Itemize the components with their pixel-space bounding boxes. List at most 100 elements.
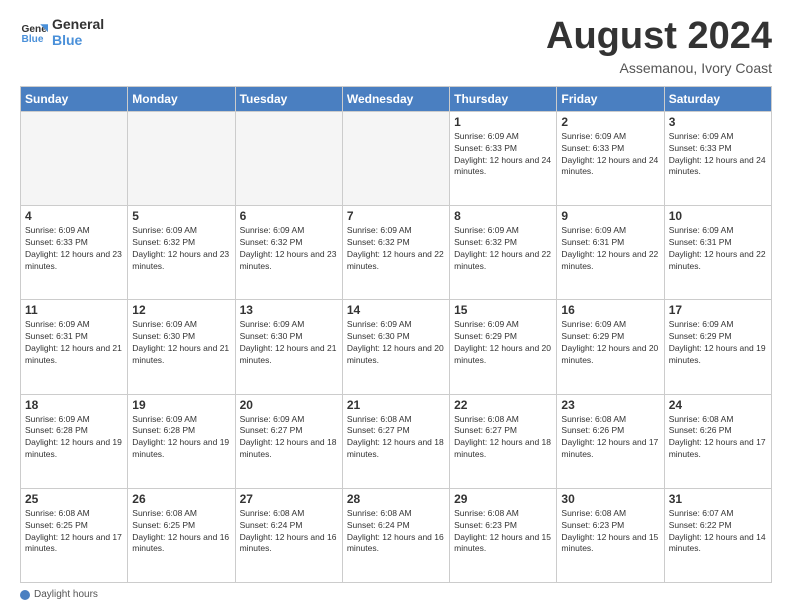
day-info: Sunrise: 6:08 AM Sunset: 6:24 PM Dayligh… (240, 508, 338, 556)
day-info: Sunrise: 6:08 AM Sunset: 6:27 PM Dayligh… (347, 414, 445, 462)
calendar-col-thursday: Thursday (450, 86, 557, 111)
day-info: Sunrise: 6:09 AM Sunset: 6:31 PM Dayligh… (25, 319, 123, 367)
calendar-cell: 13 Sunrise: 6:09 AM Sunset: 6:30 PM Dayli… (235, 300, 342, 394)
day-info: Sunrise: 6:09 AM Sunset: 6:30 PM Dayligh… (347, 319, 445, 367)
day-number: 5 (132, 209, 230, 223)
day-number: 30 (561, 492, 659, 506)
footer-icon (20, 590, 30, 600)
day-number: 8 (454, 209, 552, 223)
day-number: 15 (454, 303, 552, 317)
day-number: 31 (669, 492, 767, 506)
day-number: 16 (561, 303, 659, 317)
calendar-cell (235, 111, 342, 205)
logo: General Blue General Blue (20, 16, 104, 48)
calendar-cell: 17 Sunrise: 6:09 AM Sunset: 6:29 PM Dayli… (664, 300, 771, 394)
day-number: 12 (132, 303, 230, 317)
day-number: 19 (132, 398, 230, 412)
logo-line2: Blue (52, 32, 104, 48)
day-number: 25 (25, 492, 123, 506)
calendar-cell: 20 Sunrise: 6:09 AM Sunset: 6:27 PM Dayli… (235, 394, 342, 488)
calendar-week-5: 25 Sunrise: 6:08 AM Sunset: 6:25 PM Dayli… (21, 488, 772, 582)
day-number: 11 (25, 303, 123, 317)
day-info: Sunrise: 6:08 AM Sunset: 6:24 PM Dayligh… (347, 508, 445, 556)
calendar-cell: 21Sunrise: 6:08 AM Sunset: 6:27 PM Dayli… (342, 394, 449, 488)
calendar-cell: 8 Sunrise: 6:09 AM Sunset: 6:32 PM Daylig… (450, 206, 557, 300)
day-number: 28 (347, 492, 445, 506)
day-number: 20 (240, 398, 338, 412)
calendar-col-tuesday: Tuesday (235, 86, 342, 111)
calendar-cell: 27Sunrise: 6:08 AM Sunset: 6:24 PM Dayli… (235, 488, 342, 582)
day-number: 10 (669, 209, 767, 223)
calendar-cell: 31 Sunrise: 6:07 AM Sunset: 6:22 PM Dayli… (664, 488, 771, 582)
calendar-cell (128, 111, 235, 205)
calendar-cell: 28 Sunrise: 6:08 AM Sunset: 6:24 PM Dayli… (342, 488, 449, 582)
calendar-cell: 6Sunrise: 6:09 AM Sunset: 6:32 PM Daylig… (235, 206, 342, 300)
calendar-header-row: SundayMondayTuesdayWednesdayThursdayFrid… (21, 86, 772, 111)
day-number: 17 (669, 303, 767, 317)
day-info: Sunrise: 6:09 AM Sunset: 6:28 PM Dayligh… (25, 414, 123, 462)
day-info: Sunrise: 6:09 AM Sunset: 6:27 PM Dayligh… (240, 414, 338, 462)
calendar-cell: 7Sunrise: 6:09 AM Sunset: 6:32 PM Daylig… (342, 206, 449, 300)
calendar-cell: 1Sunrise: 6:09 AM Sunset: 6:33 PM Daylig… (450, 111, 557, 205)
day-info: Sunrise: 6:09 AM Sunset: 6:33 PM Dayligh… (561, 131, 659, 179)
calendar-col-monday: Monday (128, 86, 235, 111)
day-number: 22 (454, 398, 552, 412)
calendar-cell: 24Sunrise: 6:08 AM Sunset: 6:26 PM Dayli… (664, 394, 771, 488)
day-info: Sunrise: 6:09 AM Sunset: 6:30 PM Dayligh… (240, 319, 338, 367)
calendar-cell: 10Sunrise: 6:09 AM Sunset: 6:31 PM Dayli… (664, 206, 771, 300)
calendar-cell: 29Sunrise: 6:08 AM Sunset: 6:23 PM Dayli… (450, 488, 557, 582)
page: General Blue General Blue August 2024 As… (0, 0, 792, 612)
day-number: 3 (669, 115, 767, 129)
calendar-week-2: 4 Sunrise: 6:09 AM Sunset: 6:33 PM Daylig… (21, 206, 772, 300)
day-info: Sunrise: 6:09 AM Sunset: 6:32 PM Dayligh… (347, 225, 445, 273)
day-info: Sunrise: 6:08 AM Sunset: 6:27 PM Dayligh… (454, 414, 552, 462)
title-block: August 2024 Assemanou, Ivory Coast (546, 16, 772, 76)
day-info: Sunrise: 6:09 AM Sunset: 6:33 PM Dayligh… (25, 225, 123, 273)
day-number: 4 (25, 209, 123, 223)
calendar-cell: 14 Sunrise: 6:09 AM Sunset: 6:30 PM Dayli… (342, 300, 449, 394)
calendar-cell: 12Sunrise: 6:09 AM Sunset: 6:30 PM Dayli… (128, 300, 235, 394)
day-number: 26 (132, 492, 230, 506)
calendar-cell: 15 Sunrise: 6:09 AM Sunset: 6:29 PM Dayli… (450, 300, 557, 394)
day-number: 6 (240, 209, 338, 223)
day-info: Sunrise: 6:09 AM Sunset: 6:32 PM Dayligh… (454, 225, 552, 273)
day-info: Sunrise: 6:09 AM Sunset: 6:29 PM Dayligh… (669, 319, 767, 367)
day-info: Sunrise: 6:09 AM Sunset: 6:29 PM Dayligh… (561, 319, 659, 367)
calendar-cell: 5 Sunrise: 6:09 AM Sunset: 6:32 PM Daylig… (128, 206, 235, 300)
day-info: Sunrise: 6:09 AM Sunset: 6:33 PM Dayligh… (669, 131, 767, 179)
day-number: 18 (25, 398, 123, 412)
day-info: Sunrise: 6:09 AM Sunset: 6:32 PM Dayligh… (132, 225, 230, 273)
calendar-table: SundayMondayTuesdayWednesdayThursdayFrid… (20, 86, 772, 583)
month-title: August 2024 (546, 16, 772, 58)
calendar-week-4: 18 Sunrise: 6:09 AM Sunset: 6:28 PM Dayli… (21, 394, 772, 488)
calendar-col-wednesday: Wednesday (342, 86, 449, 111)
calendar-col-saturday: Saturday (664, 86, 771, 111)
calendar-cell: 25 Sunrise: 6:08 AM Sunset: 6:25 PM Dayli… (21, 488, 128, 582)
calendar-cell: 9Sunrise: 6:09 AM Sunset: 6:31 PM Daylig… (557, 206, 664, 300)
calendar-cell: 16 Sunrise: 6:09 AM Sunset: 6:29 PM Dayli… (557, 300, 664, 394)
logo-line1: General (52, 16, 104, 32)
calendar-cell: 23 Sunrise: 6:08 AM Sunset: 6:26 PM Dayli… (557, 394, 664, 488)
calendar-cell: 26Sunrise: 6:08 AM Sunset: 6:25 PM Dayli… (128, 488, 235, 582)
day-info: Sunrise: 6:08 AM Sunset: 6:25 PM Dayligh… (25, 508, 123, 556)
calendar-cell: 18 Sunrise: 6:09 AM Sunset: 6:28 PM Dayli… (21, 394, 128, 488)
day-info: Sunrise: 6:07 AM Sunset: 6:22 PM Dayligh… (669, 508, 767, 556)
svg-text:Blue: Blue (22, 34, 44, 45)
calendar-week-1: 1Sunrise: 6:09 AM Sunset: 6:33 PM Daylig… (21, 111, 772, 205)
day-number: 23 (561, 398, 659, 412)
day-info: Sunrise: 6:09 AM Sunset: 6:29 PM Dayligh… (454, 319, 552, 367)
footer-label: Daylight hours (34, 589, 98, 600)
calendar-cell: 2 Sunrise: 6:09 AM Sunset: 6:33 PM Daylig… (557, 111, 664, 205)
calendar-week-3: 11 Sunrise: 6:09 AM Sunset: 6:31 PM Dayli… (21, 300, 772, 394)
logo-icon: General Blue (20, 18, 48, 46)
day-number: 2 (561, 115, 659, 129)
day-number: 24 (669, 398, 767, 412)
day-info: Sunrise: 6:08 AM Sunset: 6:26 PM Dayligh… (561, 414, 659, 462)
calendar-cell: 30Sunrise: 6:08 AM Sunset: 6:23 PM Dayli… (557, 488, 664, 582)
calendar-cell: 19Sunrise: 6:09 AM Sunset: 6:28 PM Dayli… (128, 394, 235, 488)
calendar-cell: 22 Sunrise: 6:08 AM Sunset: 6:27 PM Dayli… (450, 394, 557, 488)
day-number: 13 (240, 303, 338, 317)
day-number: 14 (347, 303, 445, 317)
calendar-cell: 3 Sunrise: 6:09 AM Sunset: 6:33 PM Daylig… (664, 111, 771, 205)
calendar-cell: 4 Sunrise: 6:09 AM Sunset: 6:33 PM Daylig… (21, 206, 128, 300)
